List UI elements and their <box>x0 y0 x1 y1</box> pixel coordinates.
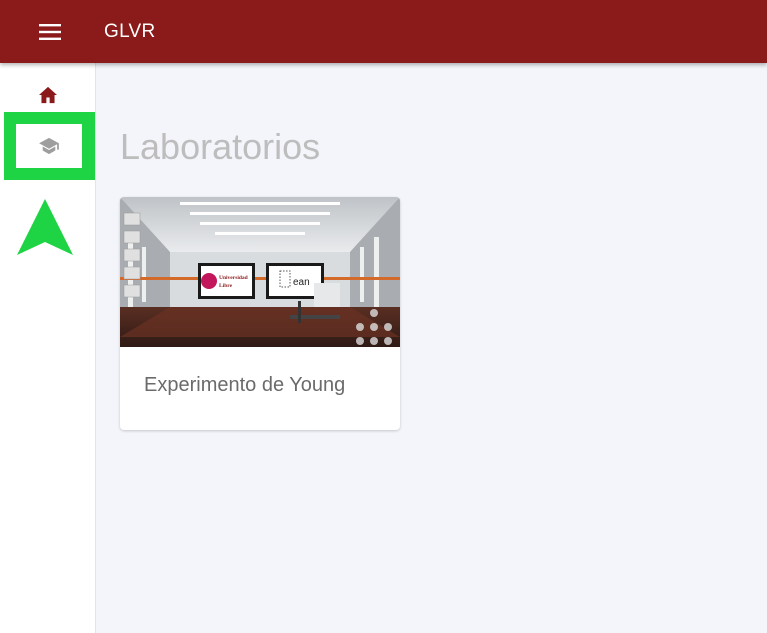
hamburger-menu-icon <box>39 24 61 40</box>
top-app-bar: GLVR <box>0 0 767 63</box>
pointer-arrow-icon <box>17 199 73 255</box>
logo-left-line1: Universidad <box>219 275 248 281</box>
school-icon <box>39 137 59 155</box>
sidebar <box>0 63 96 633</box>
logo-right: ean <box>293 277 310 288</box>
sidebar-item-home[interactable] <box>6 73 90 117</box>
sidebar-item-laboratorios[interactable] <box>16 124 82 168</box>
logo-left-line2: Libre <box>219 283 233 289</box>
page-title: Laboratorios <box>120 126 321 167</box>
card-title: Experimento de Young <box>144 374 346 396</box>
main-content: Laboratorios Universidad Libre ean Exper… <box>96 63 767 633</box>
home-icon <box>39 86 57 104</box>
menu-button[interactable] <box>30 14 70 50</box>
lab-card[interactable]: Universidad Libre ean Experimento de You… <box>120 197 400 430</box>
lab-thumbnail-image: Universidad Libre ean <box>120 197 400 347</box>
app-title: GLVR <box>104 21 156 42</box>
